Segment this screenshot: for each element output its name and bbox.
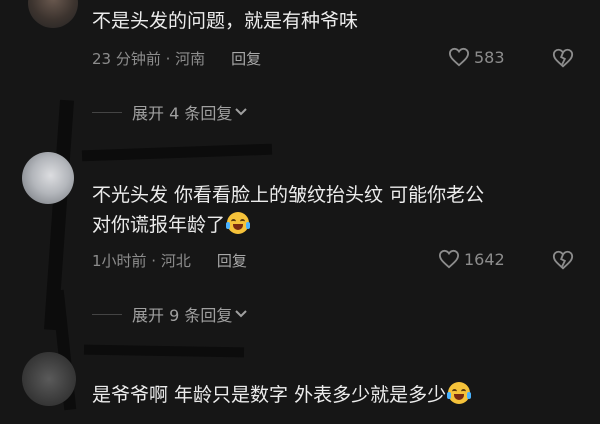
comment-text: 是爷爷啊 年龄只是数字 外表多少就是多少 [92, 380, 472, 410]
like-count: 1642 [464, 249, 505, 269]
comment-text-segment: 是爷爷啊 年龄只是数字 外表多少就是多少 [92, 384, 447, 406]
comment-text: 不光头发 你看看脸上的皱纹抬头纹 可能你老公 对你谎报年龄了 [92, 180, 484, 240]
avatar[interactable] [22, 352, 76, 406]
dislike-icon[interactable] [552, 249, 574, 271]
reply-button[interactable]: 回复 [217, 250, 247, 271]
expand-replies-label: 展开 4 条回复 [132, 104, 233, 123]
comment-text: 不是头发的问题，就是有种爷味 [92, 10, 359, 32]
expand-replies-button[interactable]: 展开 9 条回复 [92, 302, 248, 326]
comment-text-line: 对你谎报年龄了 [92, 210, 484, 240]
reply-button[interactable]: 回复 [231, 48, 261, 69]
comment-text-segment: 对你谎报年龄了 [92, 214, 226, 236]
laughing-tears-emoji-icon [226, 212, 251, 234]
laughing-tears-emoji-icon [447, 382, 472, 404]
expand-replies-button[interactable]: 展开 4 条回复 [92, 100, 248, 124]
like-button[interactable]: 583 [448, 47, 505, 67]
avatar[interactable] [28, 0, 78, 28]
redaction-mark [83, 344, 245, 358]
comment-time-location: 23 分钟前 · 河南 [92, 50, 206, 68]
comment-section: 不是头发的问题，就是有种爷味 23 分钟前 · 河南 回复 583 展开 4 条… [0, 0, 600, 424]
comment-meta: 1小时前 · 河北 回复 [92, 250, 247, 271]
avatar[interactable] [22, 152, 74, 204]
expand-replies-label: 展开 9 条回复 [132, 306, 233, 325]
divider-line [92, 313, 122, 315]
heart-icon [448, 47, 470, 67]
comment-meta: 23 分钟前 · 河南 回复 [92, 48, 261, 69]
redaction-mark [81, 143, 273, 162]
chevron-down-icon [235, 310, 248, 318]
dislike-icon[interactable] [552, 47, 574, 69]
like-count: 583 [474, 47, 505, 67]
divider-line [92, 111, 122, 113]
heart-icon [438, 249, 460, 269]
like-button[interactable]: 1642 [438, 249, 505, 269]
comment-time-location: 1小时前 · 河北 [92, 252, 191, 270]
comment-text-line: 不光头发 你看看脸上的皱纹抬头纹 可能你老公 [92, 184, 485, 206]
chevron-down-icon [235, 108, 248, 116]
